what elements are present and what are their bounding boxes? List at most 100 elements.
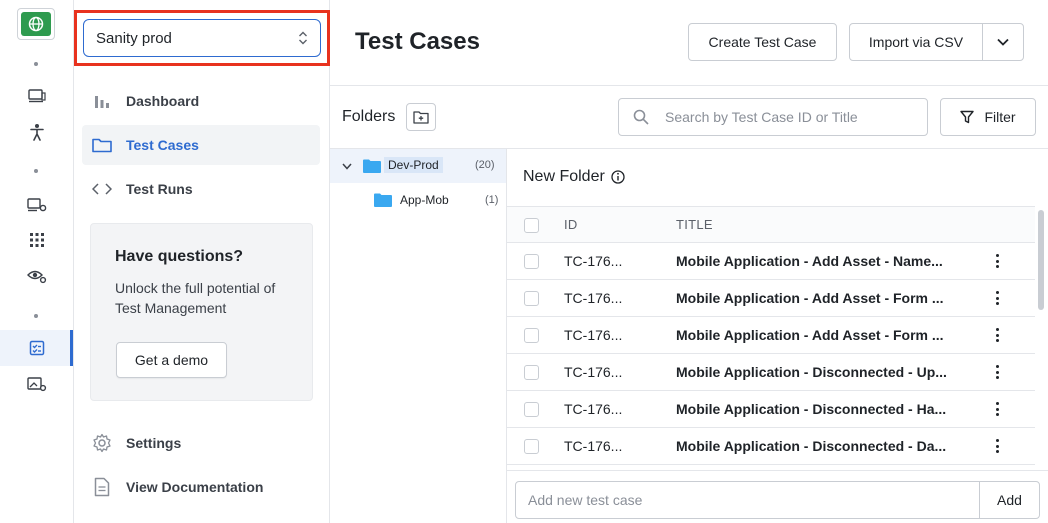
cell-title[interactable]: Mobile Application - Add Asset - Form ..… [676,327,954,343]
nav-item-view-documentation[interactable]: View Documentation [82,467,320,507]
select-all-checkbox[interactable] [524,218,539,233]
table-row[interactable]: TC-176... Mobile Application - Disconnec… [507,354,1035,391]
rail-active-indicator [70,330,73,366]
device-icon [27,89,46,103]
gear-icon [91,432,113,454]
row-menu-icon[interactable] [991,436,1003,456]
table-row[interactable]: TC-176... Mobile Application - Add Asset… [507,280,1035,317]
product-switcher[interactable] [17,8,55,40]
import-csv-button[interactable]: Import via CSV [849,23,983,61]
project-selector-value: Sanity prod [96,29,172,47]
image-gear-icon [26,377,46,392]
project-selector[interactable]: Sanity prod [83,19,321,57]
row-checkbox[interactable] [524,402,539,417]
row-checkbox[interactable] [524,365,539,380]
cell-title[interactable]: Mobile Application - Disconnected - Up..… [676,364,954,380]
cell-title[interactable]: Mobile Application - Add Asset - Form ..… [676,290,954,306]
table-header: ID TITLE [507,206,1035,243]
folder-icon [363,159,381,173]
cell-title[interactable]: Mobile Application - Disconnected - Ha..… [676,401,954,417]
grid-icon [29,233,44,247]
add-test-case-button[interactable]: Add [979,481,1040,519]
nav-item-settings[interactable]: Settings [82,423,320,463]
row-menu-icon[interactable] [991,362,1003,382]
nav-item-label: View Documentation [126,479,264,495]
folder-icon [374,193,392,207]
add-folder-button[interactable] [406,103,436,131]
rail-item-device-settings[interactable] [0,187,73,223]
row-menu-icon[interactable] [991,399,1003,419]
cell-title[interactable]: Mobile Application - Add Asset - Name... [676,253,954,269]
table-row[interactable]: TC-176... Mobile Application - Disconnec… [507,428,1035,465]
column-header-id[interactable]: ID [564,217,578,232]
checklist-icon [29,340,44,356]
document-icon [91,476,113,498]
nav-item-label: Test Runs [126,181,193,197]
nav-item-label: Test Cases [126,137,199,153]
promo-card: Have questions? Unlock the full potentia… [90,223,313,401]
filter-label: Filter [984,109,1016,125]
nav-item-label: Dashboard [126,93,200,109]
rail-separator [34,314,38,318]
bar-chart-icon [91,90,113,112]
folder-title: New Folder [523,168,625,186]
rail-item-image-settings[interactable] [0,366,73,402]
info-icon[interactable] [611,170,625,184]
tree-item-label: App-Mob [400,193,449,207]
table-row[interactable]: TC-176... Mobile Application - Disconnec… [507,391,1035,428]
row-checkbox[interactable] [524,439,539,454]
row-menu-icon[interactable] [991,325,1003,345]
nav-item-test-cases[interactable]: Test Cases [82,125,320,165]
get-demo-button[interactable]: Get a demo [116,342,227,378]
chevron-down-icon[interactable] [342,163,352,170]
page-title: Test Cases [355,28,480,55]
cell-id: TC-176... [564,364,623,380]
nav-item-dashboard[interactable]: Dashboard [82,81,320,121]
row-checkbox[interactable] [524,328,539,343]
table-scrollbar[interactable] [1038,210,1044,310]
add-test-case-input[interactable] [515,481,980,519]
promo-text: Unlock the full potential of Test Manage… [115,280,276,316]
tree-item-count: (20) [475,159,495,171]
row-menu-icon[interactable] [991,251,1003,271]
filter-button[interactable]: Filter [940,98,1036,136]
import-options-dropdown[interactable] [982,23,1024,61]
search-input[interactable] [665,109,915,125]
row-checkbox[interactable] [524,291,539,306]
icon-rail [0,0,74,523]
nav-item-label: Settings [126,435,182,451]
code-icon [91,178,113,200]
chevron-up-down-icon [299,31,307,45]
row-menu-icon[interactable] [991,288,1003,308]
promo-title: Have questions? [115,248,244,265]
create-test-case-button[interactable]: Create Test Case [688,23,837,61]
table-row[interactable]: TC-176... Mobile Application - Add Asset… [507,243,1035,280]
nav-item-test-runs[interactable]: Test Runs [82,169,320,209]
tree-item-app-mob[interactable]: App-Mob (1) [330,183,506,217]
tree-item-label: Dev-Prod [384,157,443,173]
cell-id: TC-176... [564,438,623,454]
device-gear-icon [26,198,46,212]
tree-item-count: (1) [485,194,499,206]
table-row[interactable]: TC-176... Mobile Application - Add Asset… [507,317,1035,354]
chevron-down-icon [997,38,1009,46]
rail-item-accessibility[interactable] [0,114,73,150]
cell-id: TC-176... [564,327,623,343]
column-header-title[interactable]: TITLE [676,217,713,232]
row-checkbox[interactable] [524,254,539,269]
tree-item-dev-prod[interactable]: Dev-Prod (20) [330,149,506,183]
search-icon [633,109,649,125]
rail-item-test-management[interactable] [0,330,73,366]
cell-id: TC-176... [564,401,623,417]
rail-item-visual[interactable] [0,258,73,294]
search-box [618,98,928,136]
cell-title[interactable]: Mobile Application - Disconnected - Da..… [676,438,954,454]
filter-icon [960,110,975,124]
app-root: Sanity prod Dashboard Test Cases Test Ru… [0,0,1048,523]
rail-item-apps[interactable] [0,222,73,258]
header-divider [330,85,1048,86]
cell-id: TC-176... [564,290,623,306]
rail-item-devices[interactable] [0,78,73,114]
folder-plus-icon [413,111,429,124]
cell-id: TC-176... [564,253,623,269]
